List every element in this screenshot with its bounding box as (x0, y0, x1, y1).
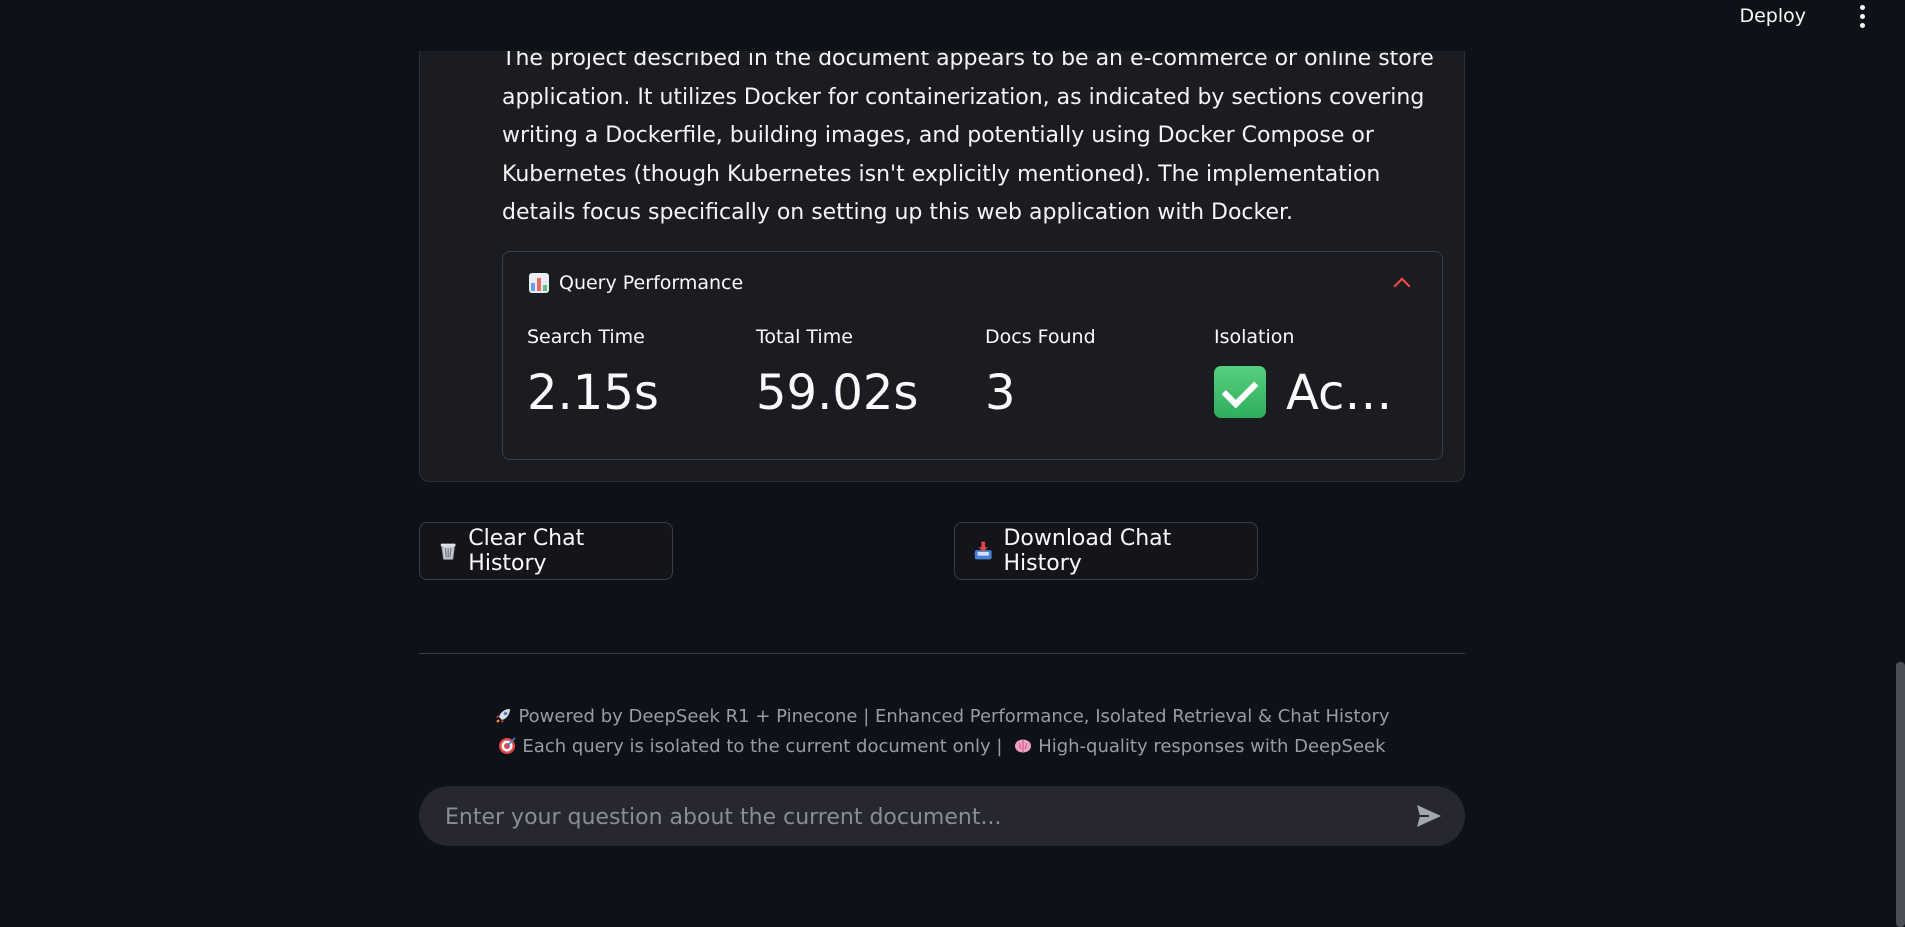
bar-chart-icon (529, 273, 549, 293)
target-icon (499, 737, 516, 754)
footer-line-1-text: Powered by DeepSeek R1 + Pinecone | Enha… (518, 706, 1390, 727)
metric-value: Ac… (1214, 363, 1392, 423)
footer-line-1: Powered by DeepSeek R1 + Pinecone | Enha… (419, 706, 1465, 727)
wastebasket-icon (440, 543, 456, 560)
assistant-message-text: The project described in the document ap… (502, 46, 1434, 225)
divider (419, 653, 1465, 654)
metric-value: 2.15s (527, 365, 659, 421)
send-icon[interactable] (1415, 803, 1443, 829)
metric-label: Search Time (527, 326, 645, 348)
inbox-tray-icon (974, 541, 992, 560)
download-chat-history-label: Download Chat History (1003, 526, 1172, 576)
metric-isolation: Isolation Ac… (1214, 325, 1392, 423)
clear-chat-history-button[interactable]: Clear Chat History (419, 522, 673, 580)
metric-label: Total Time (756, 326, 853, 348)
scrollbar[interactable] (1896, 662, 1905, 927)
expander-title: Query Performance (559, 272, 744, 294)
metric-label: Isolation (1214, 326, 1295, 348)
metric-value: 59.02s (756, 365, 919, 421)
brain-icon (1015, 739, 1032, 753)
metric-value-text: Ac… (1286, 365, 1393, 421)
metric-label: Docs Found (985, 326, 1096, 348)
footer-line-2-text-part1: Each query is isolated to the current do… (522, 736, 1003, 757)
metric-search-time: Search Time 2.15s (527, 325, 659, 423)
top-bar: Deploy (0, 0, 1905, 51)
footer-line-2: Each query is isolated to the current do… (419, 736, 1465, 757)
rocket-icon (496, 709, 511, 723)
query-performance-expander: Query Performance Search Time 2.15s Tota… (502, 251, 1443, 460)
chat-input-container (419, 786, 1465, 848)
metric-total-time: Total Time 59.02s (756, 325, 918, 423)
metric-value: 3 (985, 365, 1016, 421)
expander-header[interactable]: Query Performance (529, 272, 743, 294)
clear-chat-history-label: Clear Chat History (468, 526, 585, 576)
download-chat-history-button[interactable]: Download Chat History (954, 522, 1258, 580)
chat-input[interactable] (443, 786, 1387, 848)
more-options-icon[interactable] (1857, 2, 1867, 30)
metric-docs-found: Docs Found 3 (985, 325, 1096, 423)
footer-line-2-text-part2: High-quality responses with DeepSeek (1038, 736, 1386, 757)
deploy-button[interactable]: Deploy (1735, 4, 1810, 28)
check-mark-icon (1214, 366, 1266, 418)
chevron-up-icon[interactable] (1393, 277, 1411, 295)
